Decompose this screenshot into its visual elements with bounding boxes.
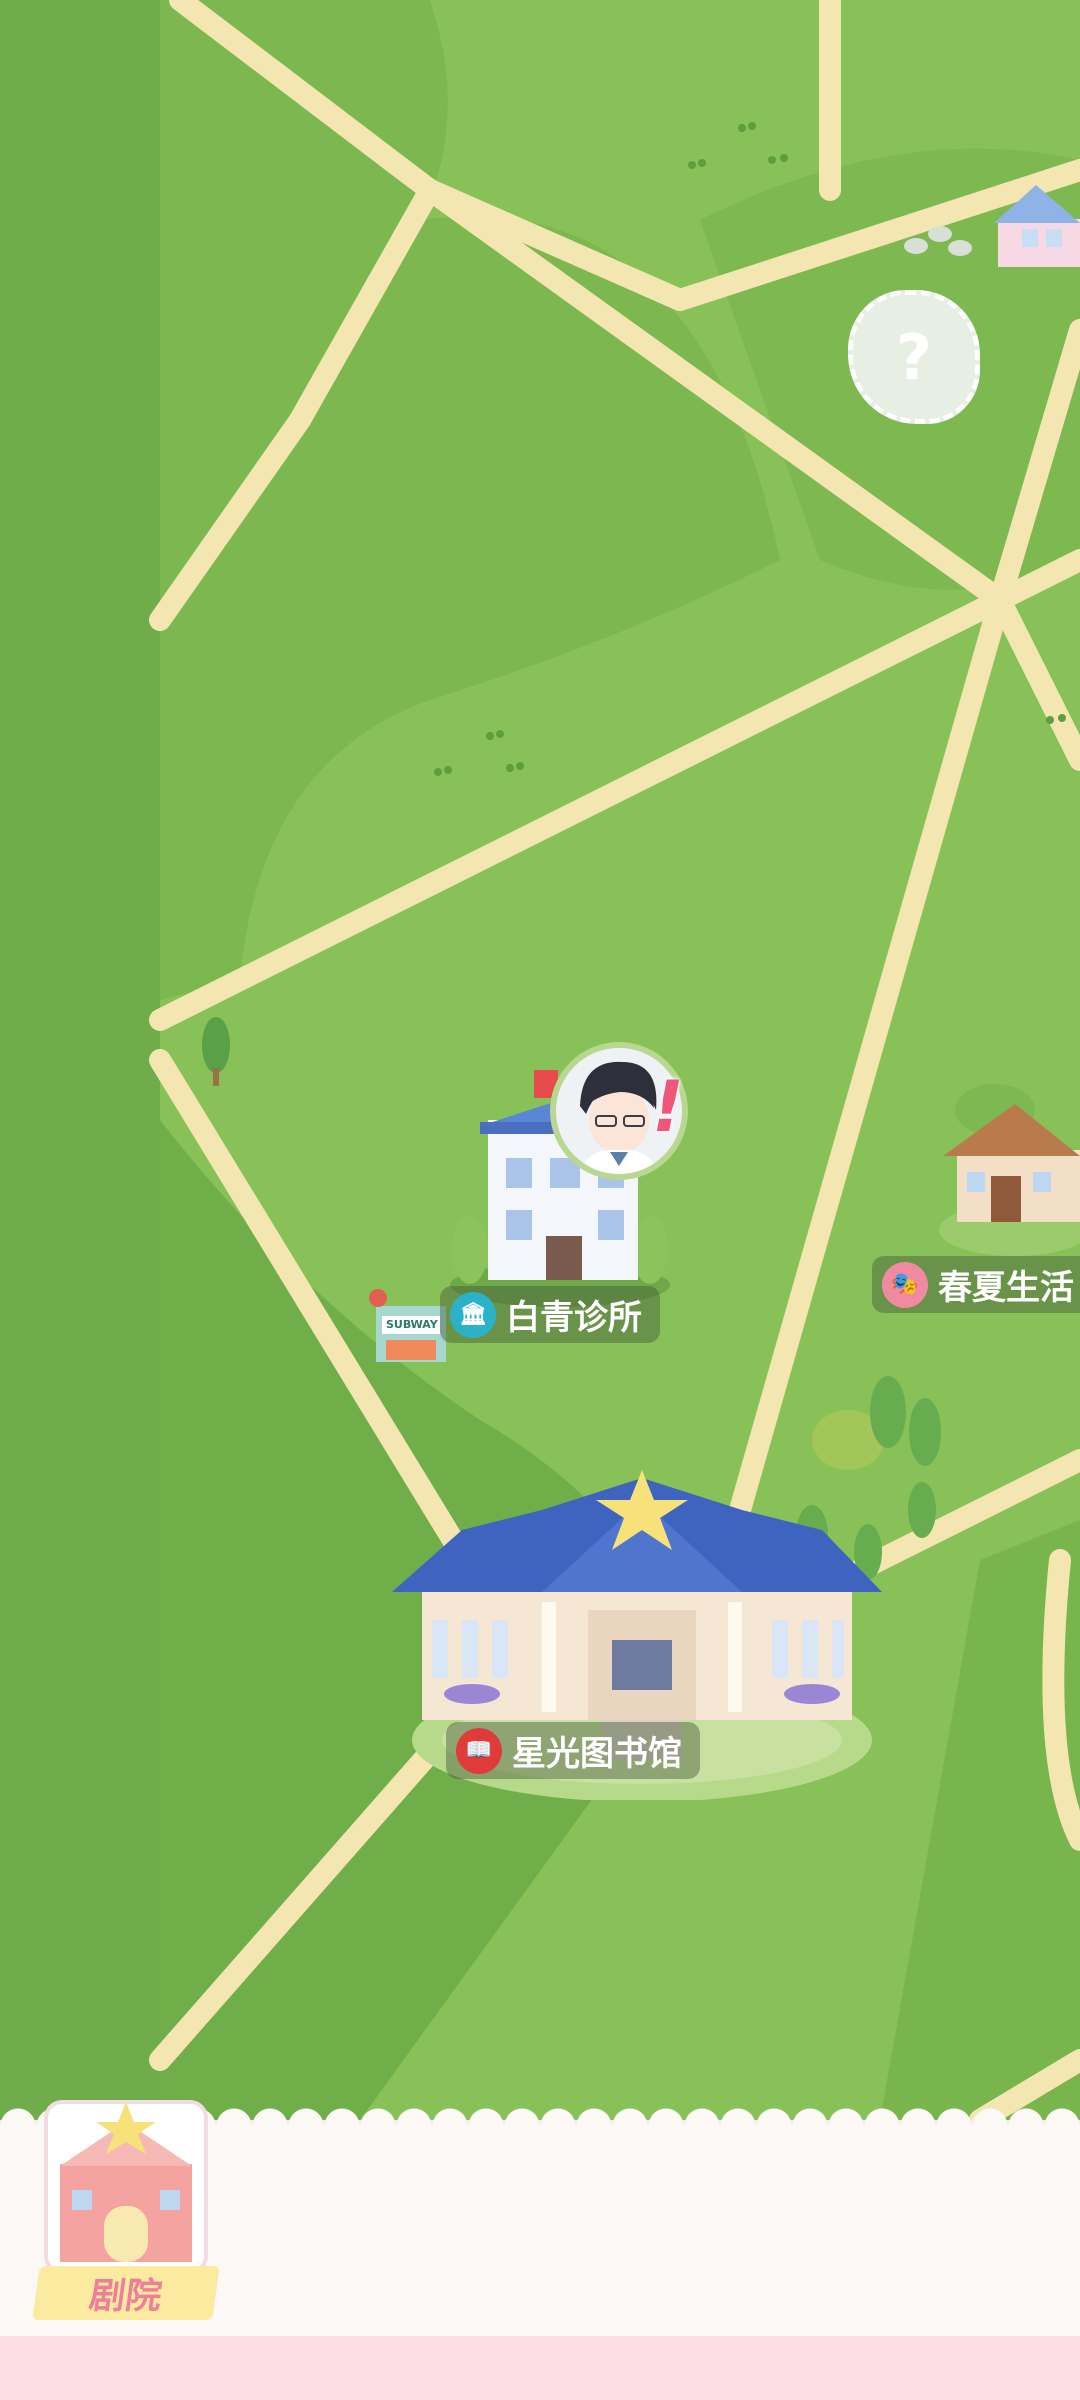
spring-summer-label[interactable]: 🎭 春夏生活	[872, 1256, 1080, 1313]
clinic-name: 白青诊所	[506, 1298, 642, 1338]
subway-sign-text: SUBWAY	[386, 1318, 438, 1331]
theater-masks-icon: 🎭	[882, 1261, 928, 1308]
stepping-stones-icon	[904, 226, 972, 256]
cottage-building[interactable]	[988, 175, 1080, 271]
spring-summer-building[interactable]	[935, 1080, 1080, 1260]
world-map[interactable]: ? ! SUBWAY 🏛 白青诊所 🎭 春夏生活 📖 星光图书馆	[0, 0, 1080, 2120]
spring-summer-building-icon	[939, 1084, 1080, 1256]
library-label[interactable]: 📖 星光图书馆	[446, 1722, 700, 1779]
unknown-location[interactable]: ?	[848, 290, 980, 424]
bank-icon: 🏛	[450, 1291, 496, 1338]
library-name: 星光图书馆	[512, 1734, 682, 1774]
spring-summer-name: 春夏生活	[938, 1268, 1074, 1308]
question-mark-icon: ?	[896, 320, 932, 394]
book-icon: 📖	[456, 1727, 502, 1774]
theater-label: 剧院	[32, 2266, 220, 2320]
bottom-strip	[0, 2336, 1080, 2400]
clinic-label[interactable]: 🏛 白青诊所	[440, 1286, 660, 1343]
quest-alert-icon: !	[652, 1066, 684, 1148]
theater-building-icon	[44, 2100, 208, 2274]
cottage-icon	[994, 185, 1080, 267]
